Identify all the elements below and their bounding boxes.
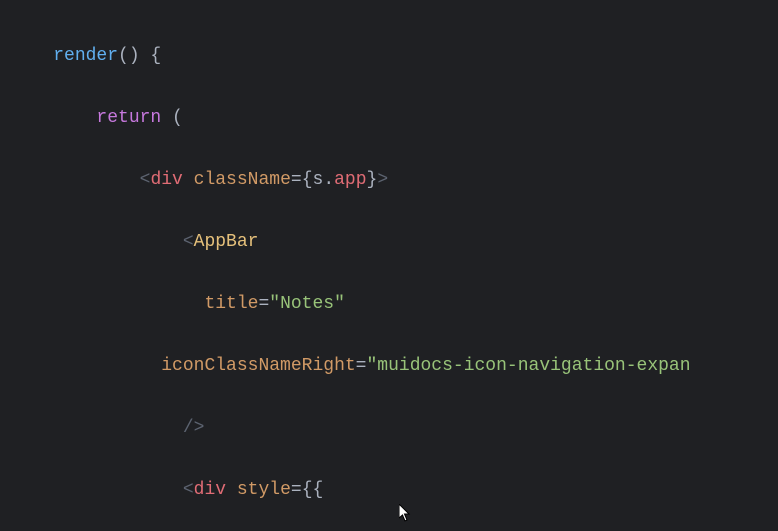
code-editor[interactable]: render() { return ( <div className={s.ap… bbox=[0, 0, 778, 531]
code-line: <div style={{ bbox=[0, 475, 778, 506]
code-line: iconClassNameRight="muidocs-icon-navigat… bbox=[0, 351, 778, 382]
code-line: /> bbox=[0, 413, 778, 444]
code-line: <div className={s.app}> bbox=[0, 165, 778, 196]
code-line: return ( bbox=[0, 103, 778, 134]
code-line: <AppBar bbox=[0, 227, 778, 258]
code-line: render() { bbox=[0, 41, 778, 72]
code-line: title="Notes" bbox=[0, 289, 778, 320]
